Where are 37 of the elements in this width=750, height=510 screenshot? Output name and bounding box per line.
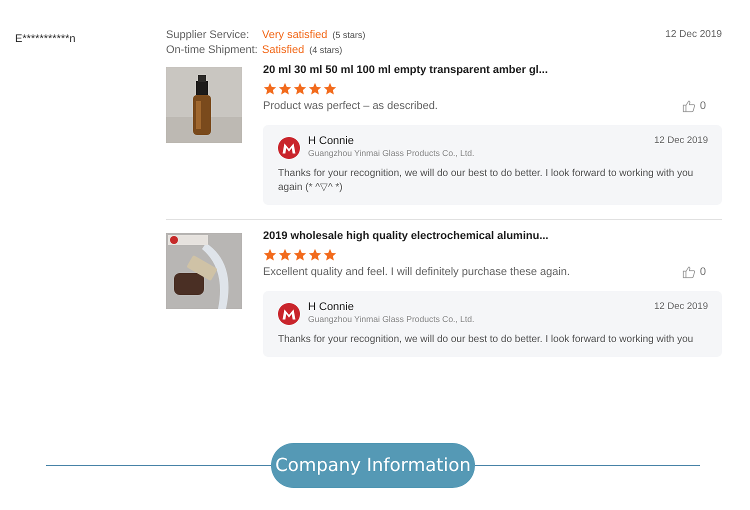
reply-date: 12 Dec 2019 (654, 135, 708, 146)
thumbs-up-icon (682, 99, 696, 113)
company-name: Guangzhou Yinmai Glass Products Co., Ltd. (308, 314, 476, 324)
like-button[interactable]: 0 (682, 99, 722, 113)
star-icon (308, 248, 322, 262)
product-title[interactable]: 2019 wholesale high quality electrochemical aluminu... (263, 230, 722, 242)
star-icon (323, 248, 337, 262)
company-name: Guangzhou Yinmai Glass Products Co., Ltd. (308, 148, 476, 158)
star-icon (263, 82, 277, 96)
rating-value: Satisfied (262, 44, 304, 56)
avatar-icon (278, 303, 300, 325)
star-icon (293, 82, 307, 96)
star-icon (263, 248, 277, 262)
rating-note: (5 stars) (332, 30, 366, 40)
star-icon (278, 248, 292, 262)
star-icon (293, 248, 307, 262)
rating-value: Very satisfied (262, 29, 328, 41)
rating-label: On-time Shipment: (166, 44, 259, 56)
rating-note: (4 stars) (309, 45, 342, 55)
rating-label: Supplier Service: (166, 29, 250, 41)
reply-text: Thanks for your recognition, we will do our best to do better. I look forward to working with you (278, 333, 694, 347)
review-comment: Excellent quality and feel. I will definitely purchase these again. (263, 266, 570, 278)
reply-text: Thanks for your recognition, we will do our best to do better. I look forward to working with you again (* ^▽^ *) (278, 167, 694, 195)
review-date: 12 Dec 2019 (665, 29, 722, 42)
avatar-icon (278, 137, 300, 159)
replier-name: H Connie (308, 135, 355, 147)
replier-name: H Connie (308, 301, 355, 313)
star-icon (308, 82, 322, 96)
product-title[interactable]: 20 ml 30 ml 50 ml 100 ml empty transparent amber gl... (263, 64, 722, 76)
like-button[interactable]: 0 (682, 265, 722, 279)
star-icon (278, 82, 292, 96)
review-comment: Product was perfect – as described. (263, 100, 438, 112)
reviewer-name: E***********n (15, 33, 76, 45)
thumbs-up-icon (682, 265, 696, 279)
star-icon (323, 82, 337, 96)
section-title: Company Information (271, 443, 475, 488)
reply-date: 12 Dec 2019 (654, 301, 708, 312)
